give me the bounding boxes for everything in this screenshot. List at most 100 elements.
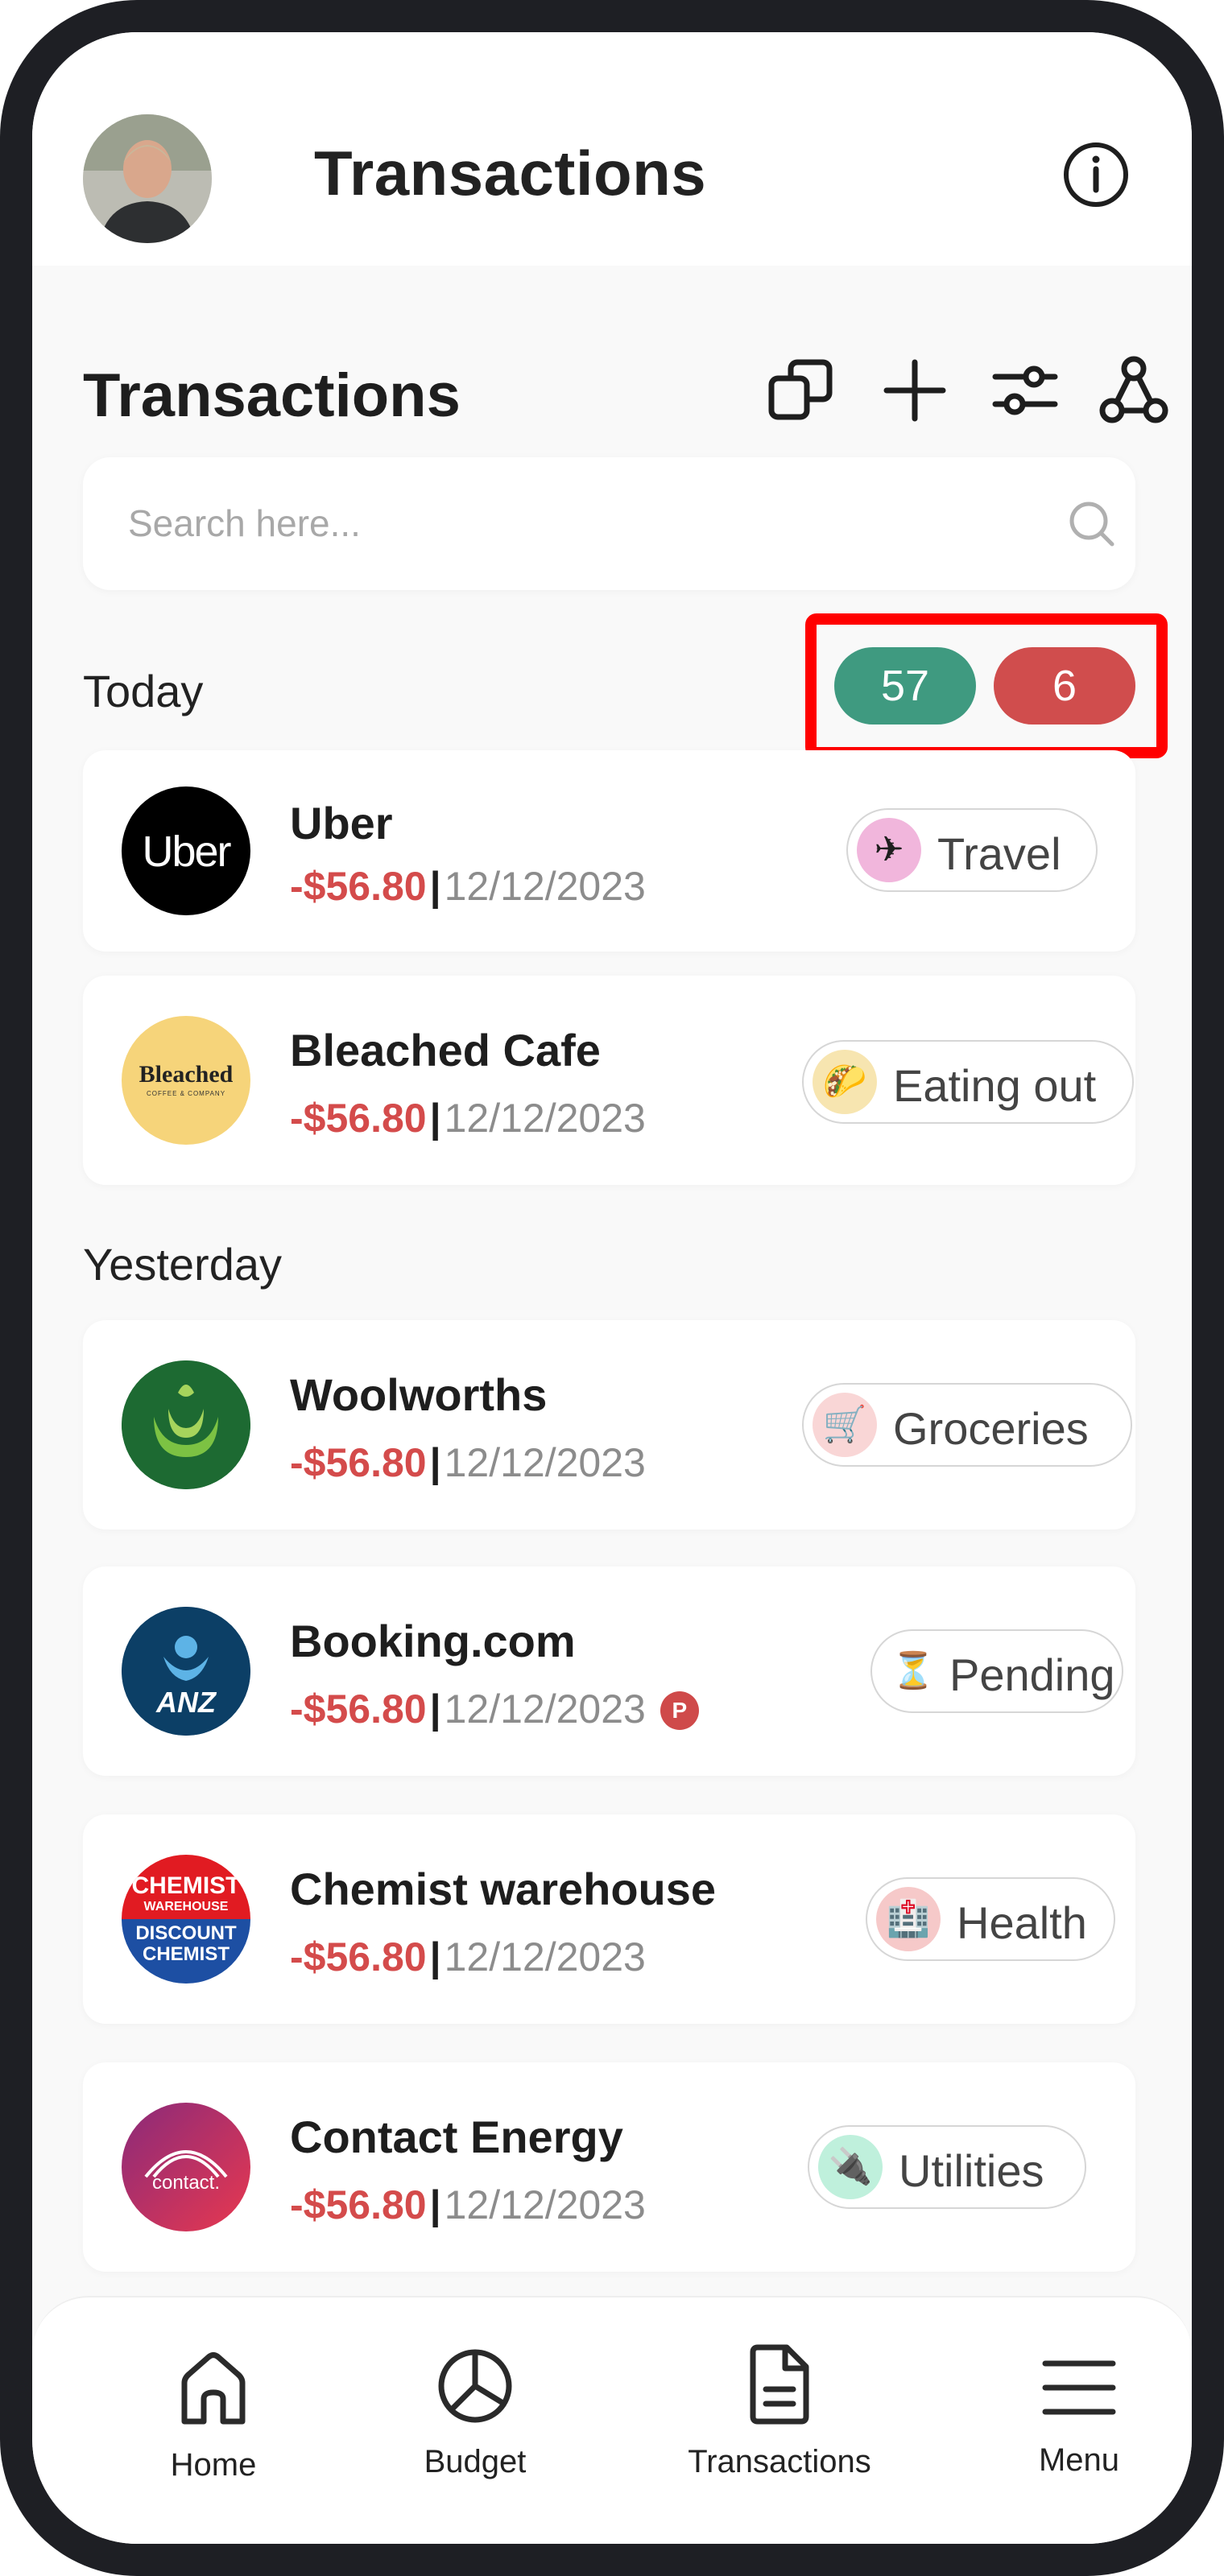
divider: | bbox=[429, 1096, 441, 1141]
contact-logo-icon bbox=[144, 2150, 228, 2178]
merchant-logo-uber: Uber bbox=[122, 786, 250, 915]
pending-badge: P bbox=[660, 1691, 699, 1730]
category-chip[interactable]: ⏳ Pending bbox=[870, 1629, 1123, 1713]
amount: -$56.80 bbox=[290, 1096, 427, 1141]
category-chip[interactable]: 🏥 Health bbox=[866, 1877, 1115, 1961]
transaction-meta: -$56.80|12/12/2023 P bbox=[290, 1686, 699, 1732]
category-chip[interactable]: 🌮 Eating out bbox=[802, 1040, 1134, 1124]
amount: -$56.80 bbox=[290, 864, 427, 909]
transaction-card-booking[interactable]: ANZ Booking.com -$56.80|12/12/2023 P ⏳ Pe… bbox=[83, 1567, 1135, 1776]
date: 12/12/2023 bbox=[444, 1096, 646, 1141]
count-badge-red[interactable]: 6 bbox=[994, 647, 1135, 724]
nav-label: Transactions bbox=[688, 2444, 871, 2479]
category-label: Health bbox=[957, 1897, 1087, 1948]
airplane-icon: ✈ bbox=[857, 818, 921, 882]
search-icon[interactable] bbox=[1067, 499, 1117, 549]
section-title: Transactions bbox=[83, 361, 461, 430]
category-label: Groceries bbox=[893, 1403, 1089, 1454]
category-chip[interactable]: ✈ Travel bbox=[846, 808, 1098, 892]
app-bar: Transactions bbox=[32, 32, 1192, 266]
merchant-logo-contact: contact. bbox=[122, 2103, 250, 2231]
section-header: Transactions bbox=[83, 354, 1168, 451]
category-label: Pending bbox=[949, 1649, 1115, 1700]
amount: -$56.80 bbox=[290, 1440, 427, 1485]
count-badge-green[interactable]: 57 bbox=[834, 647, 976, 724]
divider: | bbox=[429, 1934, 441, 1979]
search-input[interactable]: Search here... bbox=[83, 457, 1135, 590]
hourglass-icon: ⏳ bbox=[891, 1651, 936, 1690]
logo-text: Bleached bbox=[139, 1061, 234, 1088]
date: 12/12/2023 bbox=[444, 2182, 646, 2227]
nav-menu[interactable]: Menu bbox=[974, 2297, 1184, 2544]
transaction-card-woolworths[interactable]: Woolworths -$56.80|12/12/2023 🛒 Grocerie… bbox=[83, 1320, 1135, 1530]
transaction-meta: -$56.80|12/12/2023 bbox=[290, 2182, 646, 2228]
sliders-icon[interactable] bbox=[989, 354, 1061, 427]
cart-icon: 🛒 bbox=[813, 1393, 877, 1457]
page-title: Transactions bbox=[314, 138, 707, 208]
group-label-yesterday: Yesterday bbox=[83, 1239, 282, 1290]
merchant-name: Uber bbox=[290, 798, 393, 848]
logo-text: CHEMIST bbox=[131, 1872, 241, 1899]
merchant-name: Bleached Cafe bbox=[290, 1025, 601, 1075]
avatar[interactable] bbox=[83, 114, 212, 243]
logo-subtext: COFFEE & COMPANY bbox=[146, 1090, 226, 1097]
transaction-card-contact-energy[interactable]: contact. Contact Energy -$56.80|12/12/20… bbox=[83, 2062, 1135, 2272]
group-label-today: Today bbox=[83, 666, 204, 716]
date: 12/12/2023 bbox=[444, 1440, 646, 1485]
divider: | bbox=[429, 1686, 441, 1732]
merchant-logo-woolworths bbox=[122, 1360, 250, 1489]
merchant-logo-bleached: Bleached COFFEE & COMPANY bbox=[122, 1016, 250, 1145]
menu-icon bbox=[1042, 2360, 1116, 2415]
document-icon bbox=[750, 2344, 809, 2425]
category-chip[interactable]: 🛒 Groceries bbox=[802, 1383, 1132, 1467]
merchant-name: Booking.com bbox=[290, 1616, 576, 1666]
hospital-icon: 🏥 bbox=[876, 1887, 941, 1951]
logo-text: contact. bbox=[151, 2172, 221, 2194]
nav-label: Home bbox=[170, 2447, 257, 2483]
nav-transactions[interactable]: Transactions bbox=[643, 2297, 916, 2544]
app-screen: Transactions Transactions Search here...… bbox=[32, 32, 1192, 2544]
amount: -$56.80 bbox=[290, 1934, 427, 1979]
transaction-card-uber[interactable]: Uber Uber -$56.80|12/12/2023 ✈ Travel bbox=[83, 750, 1135, 952]
divider: | bbox=[429, 1440, 441, 1485]
logo-text-4: CHEMIST bbox=[143, 1943, 229, 1965]
nav-budget[interactable]: Budget bbox=[370, 2297, 580, 2544]
merchant-name: Chemist warehouse bbox=[290, 1864, 717, 1914]
info-icon[interactable] bbox=[1061, 140, 1131, 209]
merchant-name: Contact Energy bbox=[290, 2112, 623, 2162]
search-placeholder: Search here... bbox=[128, 502, 361, 544]
logo-text-2: WAREHOUSE bbox=[143, 1900, 229, 1913]
transaction-meta: -$56.80|12/12/2023 bbox=[290, 863, 646, 910]
date: 12/12/2023 bbox=[444, 1686, 646, 1732]
logo-text: ANZ bbox=[156, 1686, 216, 1719]
plus-icon[interactable] bbox=[879, 354, 951, 427]
logo-text-3: DISCOUNT bbox=[135, 1922, 237, 1944]
divider: | bbox=[429, 864, 441, 909]
date: 12/12/2023 bbox=[444, 1934, 646, 1979]
transaction-meta: -$56.80|12/12/2023 bbox=[290, 1095, 646, 1141]
amount: -$56.80 bbox=[290, 2182, 427, 2227]
transaction-card-bleached-cafe[interactable]: Bleached COFFEE & COMPANY Bleached Cafe … bbox=[83, 976, 1135, 1185]
home-icon bbox=[181, 2352, 246, 2425]
bottom-nav: Home Budget Transactions Menu bbox=[32, 2296, 1192, 2544]
transaction-card-chemist-warehouse[interactable]: CHEMIST WAREHOUSE DISCOUNT CHEMIST Chemi… bbox=[83, 1814, 1135, 2024]
taco-icon: 🌮 bbox=[813, 1050, 877, 1114]
share-network-icon[interactable] bbox=[1098, 354, 1170, 427]
merchant-name: Woolworths bbox=[290, 1369, 548, 1420]
user-avatar-icon bbox=[83, 114, 212, 243]
merchant-logo-anz: ANZ bbox=[122, 1607, 250, 1736]
nav-label: Budget bbox=[424, 2444, 527, 2479]
pie-chart-icon bbox=[438, 2349, 512, 2423]
nav-home[interactable]: Home bbox=[109, 2297, 318, 2544]
nav-label: Menu bbox=[1038, 2442, 1120, 2478]
plug-icon: 🔌 bbox=[818, 2135, 883, 2199]
copy-icon[interactable] bbox=[765, 354, 837, 427]
divider: | bbox=[429, 2182, 441, 2227]
category-chip[interactable]: 🔌 Utilities bbox=[808, 2125, 1086, 2209]
logo-text: Uber bbox=[142, 828, 231, 876]
woolworths-logo-icon bbox=[122, 1360, 250, 1489]
status-counts: 57 6 bbox=[805, 613, 1168, 758]
amount: -$56.80 bbox=[290, 1686, 427, 1732]
merchant-logo-chemist-warehouse: CHEMIST WAREHOUSE DISCOUNT CHEMIST bbox=[122, 1855, 250, 1984]
transaction-meta: -$56.80|12/12/2023 bbox=[290, 1934, 646, 1980]
